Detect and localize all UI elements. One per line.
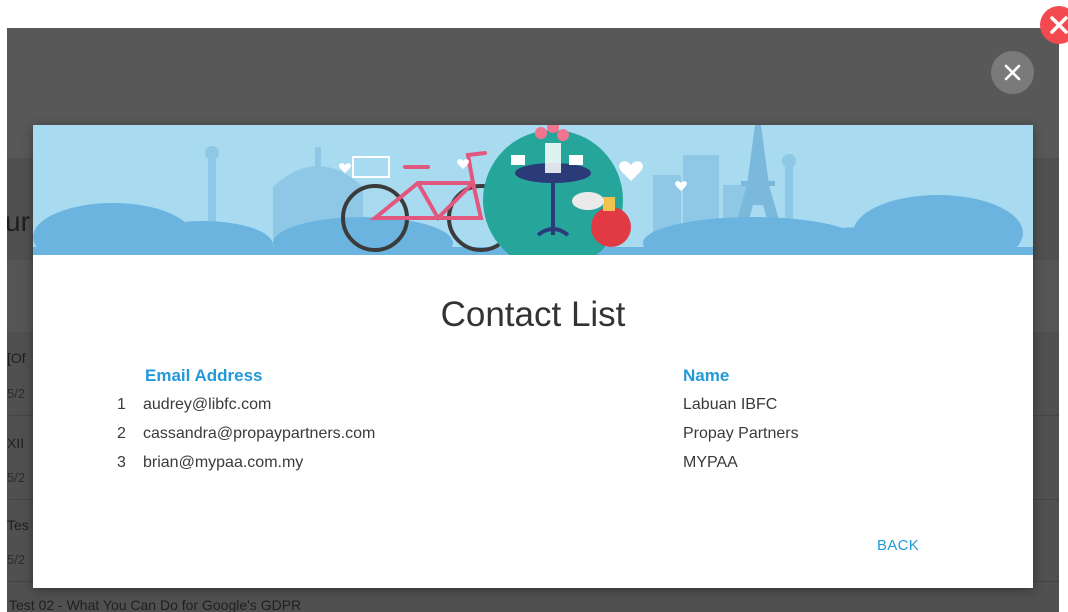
- close-icon: [1050, 16, 1068, 34]
- dialog-title: Contact List: [440, 295, 626, 334]
- contact-name: Labuan IBFC: [683, 396, 778, 413]
- background-item-date: 5/2: [7, 470, 26, 485]
- contact-email: brian@mypaa.com.my: [143, 454, 304, 471]
- contact-name: MYPAA: [683, 454, 738, 471]
- contact-email: cassandra@propaypartners.com: [143, 425, 376, 442]
- row-number: 2: [117, 425, 126, 442]
- paris-bicycle-illustration: [33, 125, 1033, 255]
- contact-row: 3 brian@mypaa.com.my MYPAA: [33, 454, 1033, 483]
- close-icon: [1004, 64, 1021, 81]
- background-item-title: Test 02 - What You Can Do for Google's G…: [9, 597, 302, 612]
- background-heading-fragment: ur: [7, 206, 30, 237]
- contact-list-dialog: Contact List Email Address Name 1 audrey…: [33, 125, 1033, 588]
- contact-row: 1 audrey@libfc.com Labuan IBFC: [33, 396, 1033, 425]
- dialog-banner: [33, 125, 1033, 255]
- row-number: 3: [117, 454, 126, 471]
- contact-email: audrey@libfc.com: [143, 396, 272, 413]
- row-number: 1: [117, 396, 126, 413]
- email-column-header: Email Address: [145, 366, 263, 385]
- background-item-date: 5/2: [7, 552, 26, 567]
- back-button[interactable]: BACK: [877, 537, 919, 554]
- contact-name: Propay Partners: [683, 425, 799, 442]
- background-item-date: 5/2: [7, 386, 26, 401]
- overlay-close-button[interactable]: [991, 51, 1034, 94]
- background-item-title: [Of: [7, 350, 26, 366]
- name-column-header: Name: [683, 366, 730, 385]
- background-item-title: XII: [7, 435, 25, 451]
- contact-row: 2 cassandra@propaypartners.com Propay Pa…: [33, 425, 1033, 454]
- background-item-title: Tes: [7, 517, 29, 533]
